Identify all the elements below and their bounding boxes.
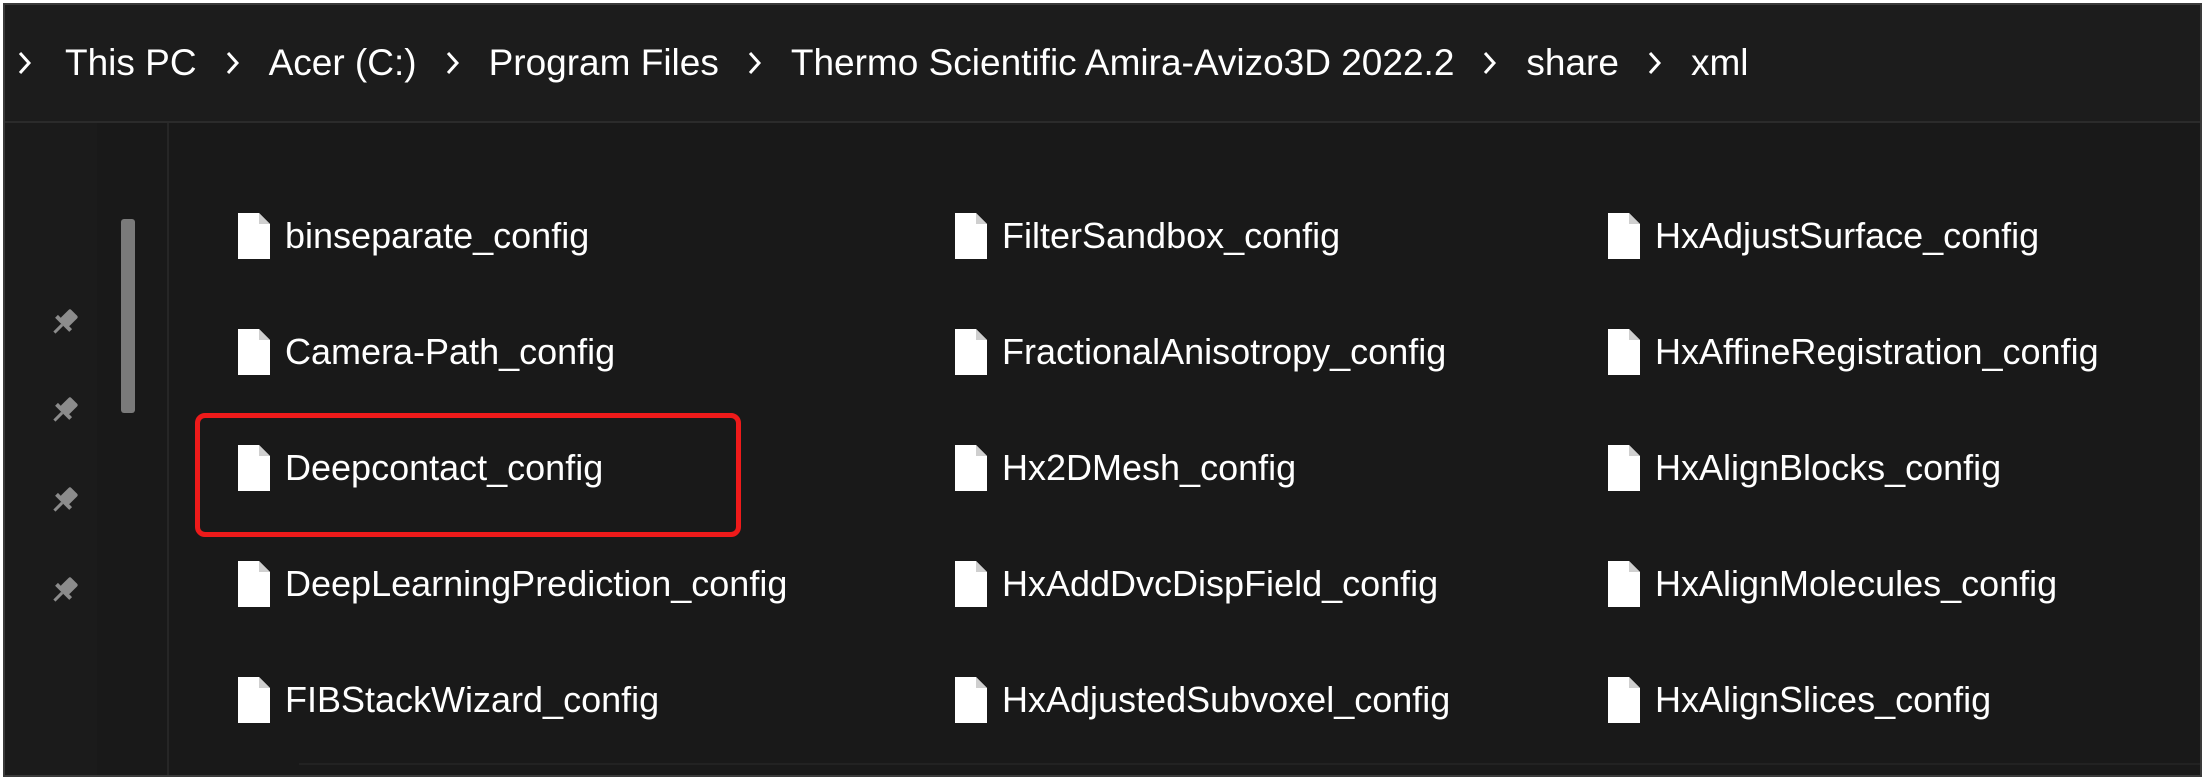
file-item[interactable]: HxAlignBlocks_config (1607, 433, 2001, 503)
file-item[interactable]: FIBStackWizard_config (237, 665, 659, 735)
file-name: binseparate_config (285, 215, 590, 256)
file-name: FractionalAnisotropy_config (1002, 331, 1447, 372)
file-list: binseparate_config Camera-Path_config De… (169, 123, 2200, 775)
pin-icon[interactable] (48, 483, 82, 517)
document-icon (238, 677, 270, 723)
document-icon (238, 445, 270, 491)
quick-access-pane (5, 123, 97, 775)
document-icon (1608, 677, 1640, 723)
breadcrumb-item-share[interactable]: share (1516, 33, 1629, 93)
document-icon (1608, 213, 1640, 259)
file-item[interactable]: HxAffineRegistration_config (1607, 317, 2099, 387)
document-icon (955, 677, 987, 723)
pin-icon[interactable] (48, 305, 82, 339)
file-explorer-window: This PC Acer (C:) Program Files Thermo S… (3, 3, 2202, 777)
pin-icon[interactable] (48, 573, 82, 607)
file-name: HxAlignBlocks_config (1655, 447, 2002, 488)
document-icon (955, 445, 987, 491)
file-name: HxAffineRegistration_config (1655, 331, 2099, 372)
chevron-right-icon[interactable] (1629, 33, 1681, 93)
breadcrumb-item-this-pc[interactable]: This PC (55, 33, 207, 93)
file-name: FilterSandbox_config (1002, 215, 1341, 256)
file-item[interactable]: Hx2DMesh_config (954, 433, 1296, 503)
chevron-right-icon[interactable] (427, 33, 479, 93)
document-icon (1608, 329, 1640, 375)
file-name: Camera-Path_config (285, 331, 616, 372)
file-name: Deepcontact_config (285, 447, 604, 488)
breadcrumb-item-xml[interactable]: xml (1681, 33, 1759, 93)
file-item[interactable]: HxAlignSlices_config (1607, 665, 1991, 735)
file-item[interactable]: HxAdjustSurface_config (1607, 201, 2039, 271)
document-icon (955, 561, 987, 607)
file-item[interactable]: HxAlignMolecules_config (1607, 549, 2057, 619)
file-item[interactable]: Camera-Path_config (237, 317, 615, 387)
file-item[interactable]: HxAddDvcDispField_config (954, 549, 1438, 619)
file-item[interactable]: DeepLearningPrediction_config (237, 549, 787, 619)
file-name: FIBStackWizard_config (285, 679, 660, 720)
file-item[interactable]: FilterSandbox_config (954, 201, 1340, 271)
chevron-right-icon[interactable] (7, 33, 43, 93)
file-item[interactable]: binseparate_config (237, 201, 589, 271)
document-icon (238, 329, 270, 375)
breadcrumb-item-program-files[interactable]: Program Files (479, 33, 729, 93)
scrollbar-thumb[interactable] (121, 219, 135, 413)
file-name: HxAdjustedSubvoxel_config (1002, 679, 1451, 720)
document-icon (1608, 445, 1640, 491)
file-name: HxAdjustSurface_config (1655, 215, 2040, 256)
file-name: HxAddDvcDispField_config (1002, 563, 1439, 604)
document-icon (238, 213, 270, 259)
chevron-right-icon[interactable] (1464, 33, 1516, 93)
divider (299, 763, 2200, 765)
chevron-right-icon[interactable] (207, 33, 259, 93)
file-name: HxAlignSlices_config (1655, 679, 1992, 720)
navigation-pane-scroll (97, 123, 169, 775)
pin-icon[interactable] (48, 393, 82, 427)
file-item[interactable]: FractionalAnisotropy_config (954, 317, 1446, 387)
file-item[interactable]: HxAdjustedSubvoxel_config (954, 665, 1450, 735)
breadcrumb-item-amira-avizo[interactable]: Thermo Scientific Amira-Avizo3D 2022.2 (781, 33, 1465, 93)
file-name: DeepLearningPrediction_config (285, 563, 788, 604)
file-name: HxAlignMolecules_config (1655, 563, 2058, 604)
file-item-highlighted[interactable]: Deepcontact_config (237, 433, 603, 503)
chevron-right-icon[interactable] (729, 33, 781, 93)
document-icon (955, 329, 987, 375)
document-icon (238, 561, 270, 607)
file-name: Hx2DMesh_config (1002, 447, 1297, 488)
document-icon (955, 213, 987, 259)
breadcrumb[interactable]: This PC Acer (C:) Program Files Thermo S… (5, 5, 2200, 123)
document-icon (1608, 561, 1640, 607)
breadcrumb-item-drive[interactable]: Acer (C:) (259, 33, 427, 93)
